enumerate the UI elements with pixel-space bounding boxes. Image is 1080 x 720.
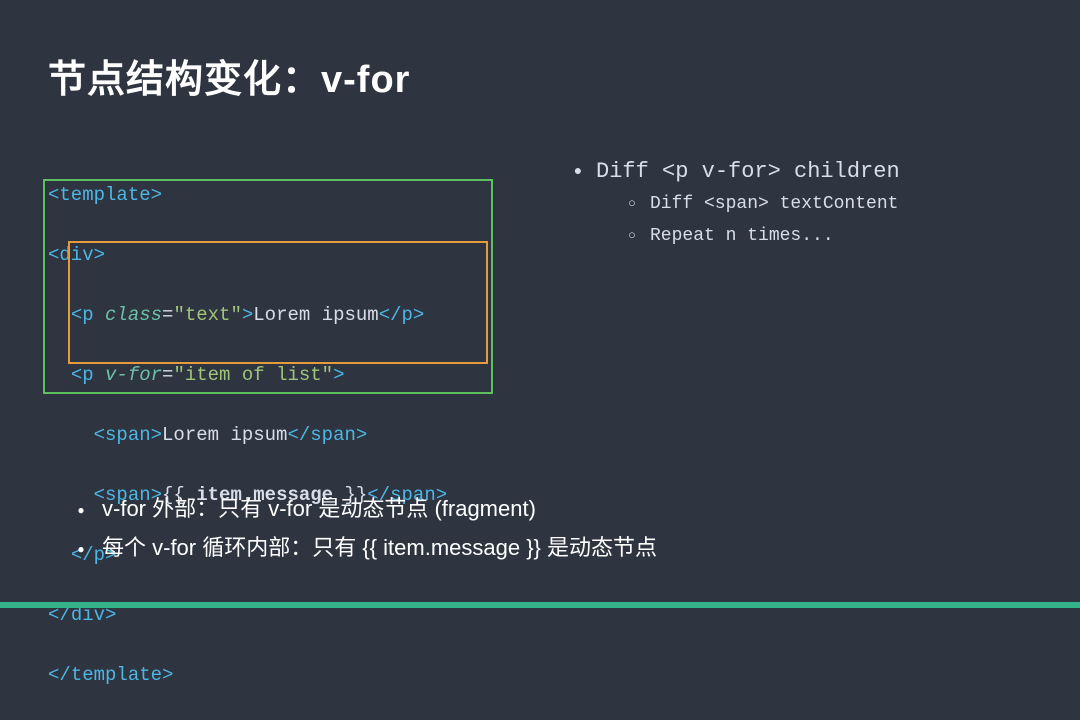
code-line: </template>	[48, 660, 447, 690]
code-line: <template>	[48, 180, 447, 210]
bullet-sub-item: Repeat n times...	[614, 220, 900, 252]
code-line: <p v-for="item of list">	[48, 360, 447, 390]
slide-title: 节点结构变化：v-for	[48, 48, 410, 103]
code-line: <div>	[48, 240, 447, 270]
bullet-sub-item: Diff <span> textContent	[614, 188, 900, 220]
code-block: <template> <div> <p class="text">Lorem i…	[48, 150, 447, 720]
footer-bullet-list: v-for 外部：只有 v-for 是动态节点 (fragment) 每个 v-…	[60, 490, 657, 568]
bullet-item: Diff <p v-for> children	[560, 156, 900, 188]
accent-bar	[0, 602, 1080, 608]
footer-bullet-item: 每个 v-for 循环内部：只有 {{ item.message }} 是动态节…	[60, 529, 657, 568]
bullet-list: Diff <p v-for> children Diff <span> text…	[560, 156, 900, 252]
code-line: <span>Lorem ipsum</span>	[48, 420, 447, 450]
footer-bullet-item: v-for 外部：只有 v-for 是动态节点 (fragment)	[60, 490, 657, 529]
code-line: <p class="text">Lorem ipsum</p>	[48, 300, 447, 330]
